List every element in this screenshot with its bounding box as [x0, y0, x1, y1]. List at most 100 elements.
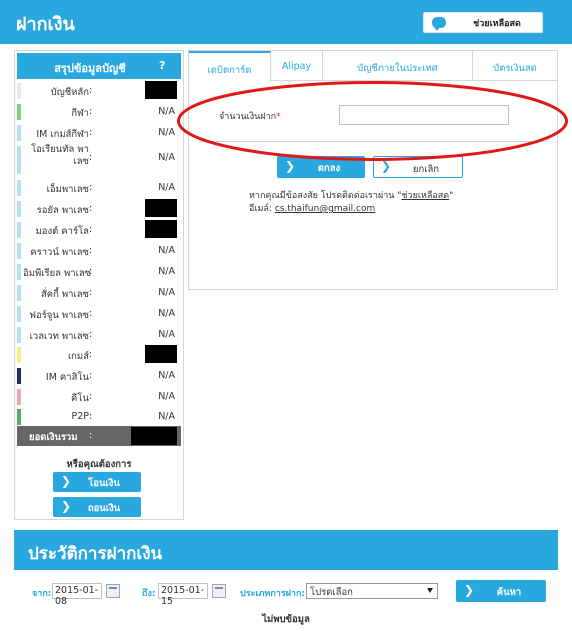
no-data-message: ไม่พบข้อมูล — [262, 614, 310, 625]
deposit-type-label: ประเภทการฝาก: — [240, 589, 306, 599]
account-row-label: รอยัล พาเลซ — [36, 205, 89, 216]
help-question-icon[interactable]: ? — [159, 59, 165, 72]
account-row-colon: : — [89, 370, 93, 381]
masked-balance — [145, 345, 177, 363]
row-color-marker — [17, 327, 21, 343]
transfer-button[interactable]: ❯ โอนเงิน — [53, 472, 141, 492]
tab-local-bank[interactable]: บัญชีภายในประเทศ — [323, 51, 473, 81]
account-row-colon: : — [89, 152, 93, 163]
tab-alipay[interactable]: Alipay — [271, 51, 323, 81]
account-row-colon: : — [89, 329, 93, 340]
transfer-button-label: โอนเงิน — [88, 478, 120, 489]
row-color-marker — [17, 125, 21, 141]
account-row-colon: : — [89, 224, 93, 235]
email-link[interactable]: cs.thaifun@gmail.com — [275, 204, 375, 214]
page-header: ฝากเงิน ช่วยเหลือสด — [0, 0, 572, 44]
row-color-marker — [17, 389, 21, 405]
to-date-input[interactable]: 2015-01-15 — [158, 583, 208, 607]
account-row-label: อิมพีเรียล พาเลซ — [23, 268, 92, 279]
row-color-marker — [17, 285, 21, 301]
tab-cash-card[interactable]: บัตรเงินสด — [473, 51, 557, 81]
account-summary-panel: สรุปข้อมูลบัญชี ? บัญชีหลัก: กีฬา: N/A IM เ… — [14, 50, 184, 520]
account-row-colon: : — [89, 411, 93, 422]
account-row: เอ็มพาเลซ: N/A — [17, 178, 181, 198]
tab-debit-card[interactable]: เดบิตการ์ด — [189, 51, 271, 82]
search-button-label: ค้นหา — [496, 587, 522, 598]
deposit-type-select[interactable]: โปรดเลือก — [306, 583, 438, 599]
account-row: P2P: N/A — [17, 407, 181, 427]
account-row: กีฬา: N/A — [17, 102, 181, 122]
account-row-label: เอ็มพาเลซ — [46, 184, 89, 195]
row-color-marker — [17, 264, 21, 280]
withdraw-button[interactable]: ❯ ถอนเงิน — [53, 497, 141, 517]
account-row-value: N/A — [158, 391, 175, 402]
account-row: เวลเวท พาเลซ: N/A — [17, 325, 181, 345]
dropdown-arrow-icon — [427, 588, 433, 593]
account-row-label: IM คาสิโน — [45, 372, 89, 383]
chevron-right-icon: ❯ — [61, 474, 72, 488]
account-row-value: N/A — [158, 106, 175, 117]
account-row-colon: : — [89, 182, 93, 193]
chevron-right-icon: ❯ — [464, 583, 475, 597]
live-help-label: ช่วยเหลือสด — [473, 19, 521, 29]
account-row-colon: : — [89, 106, 93, 117]
account-row-value: N/A — [158, 152, 175, 163]
account-row-label: คราวน์ พาเลซ — [30, 247, 89, 258]
account-row-value: N/A — [158, 370, 175, 381]
account-row: สั่คกี้ พาเลซ: N/A — [17, 283, 181, 303]
account-row-label: กีฬา — [71, 108, 89, 119]
masked-balance — [145, 81, 177, 99]
account-row-value: N/A — [158, 411, 175, 422]
account-row-colon: : — [89, 287, 93, 298]
row-color-marker — [17, 83, 21, 99]
live-help-link[interactable]: ช่วยเหลือสด — [401, 191, 449, 201]
annotation-ellipse — [177, 81, 568, 161]
row-color-marker — [17, 180, 21, 196]
account-row-value: N/A — [158, 127, 175, 138]
account-row: อิมพีเรียล พาเลซ: N/A — [17, 262, 181, 282]
withdraw-button-label: ถอนเงิน — [87, 503, 121, 514]
cancel-button-label: ยกเลิก — [412, 164, 440, 175]
account-row-colon: : — [89, 266, 93, 277]
search-button[interactable]: ❯ ค้นหา — [456, 580, 546, 602]
account-row-label: P2P — [71, 411, 89, 422]
account-row: รอยัล พาเลซ: — [17, 199, 181, 219]
live-help-button[interactable]: ช่วยเหลือสด — [423, 12, 543, 33]
row-color-marker — [17, 243, 21, 259]
account-row-label: IM เกมส์กีฬา — [36, 129, 89, 140]
calendar-icon[interactable] — [106, 584, 120, 598]
total-balance-row: ยอดเงินรวม : — [17, 426, 181, 446]
from-label: จาก: — [32, 589, 52, 599]
row-color-marker — [17, 104, 21, 120]
chat-bubble-icon — [432, 17, 446, 31]
account-row-value: N/A — [158, 245, 175, 256]
account-row-label: เกมส์ — [67, 351, 89, 362]
account-row-value: N/A — [158, 308, 175, 319]
account-row-value: N/A — [158, 287, 175, 298]
or-you-want-label: หรือคุณต้องการ — [66, 459, 132, 470]
account-row: ฟอร์จูน พาเลซ: N/A — [17, 304, 181, 324]
account-row: คีโน: N/A — [17, 387, 181, 407]
chevron-right-icon: ❯ — [61, 499, 72, 513]
account-row-label: สั่คกี้ พาเลซ — [40, 289, 89, 300]
row-color-marker — [17, 347, 21, 363]
account-row-value: N/A — [158, 182, 175, 193]
row-color-marker — [17, 306, 21, 322]
page-title: ฝากเงิน — [16, 14, 75, 35]
row-color-marker — [17, 222, 21, 238]
to-label: ถึง: — [142, 589, 156, 599]
calendar-icon[interactable] — [212, 584, 226, 598]
masked-balance — [145, 199, 177, 217]
account-row-colon: : — [89, 391, 93, 402]
row-color-marker — [17, 368, 21, 384]
account-row: บัญชีหลัก: — [17, 81, 181, 101]
row-color-marker — [17, 201, 21, 217]
account-row-colon: : — [89, 349, 93, 360]
account-row-colon: : — [89, 203, 93, 214]
from-date-input[interactable]: 2015-01-08 — [52, 583, 102, 607]
account-row-colon: : — [89, 245, 93, 256]
account-row-colon: : — [89, 85, 93, 96]
account-row: IM คาสิโน: N/A — [17, 366, 181, 386]
deposit-type-value: โปรดเลือก — [310, 587, 353, 598]
account-row-label: บัญชีหลัก — [50, 87, 89, 98]
